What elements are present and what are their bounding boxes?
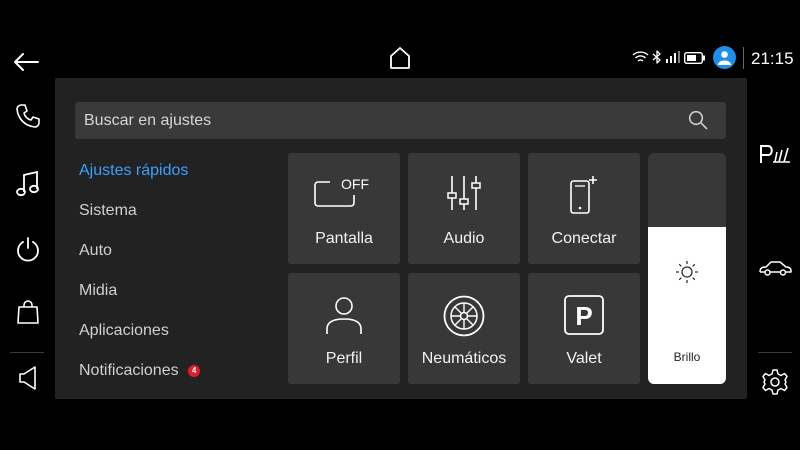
tile-label: Audio [443, 230, 485, 247]
tire-icon [408, 295, 520, 337]
menu-item-sistema[interactable]: Sistema [79, 202, 137, 220]
display-off-label: OFF [341, 176, 369, 192]
equalizer-icon [408, 175, 520, 211]
menu-item-label: Sistema [79, 202, 137, 219]
clock: 21:15 [751, 49, 794, 68]
menu-item-notificaciones[interactable]: Notificaciones 4 [79, 362, 201, 380]
menu-item-midia[interactable]: Midia [79, 282, 117, 300]
back-arrow-icon [12, 51, 40, 73]
volume-button[interactable] [8, 358, 48, 398]
tile-neumaticos[interactable]: Neumáticos [408, 273, 520, 384]
menu-item-ajustes-rapidos[interactable]: Ajustes rápidos [79, 162, 188, 180]
left-nav-divider [10, 352, 44, 353]
tile-label: Conectar [551, 230, 617, 247]
tile-conectar[interactable]: Conectar [528, 153, 640, 264]
tile-valet[interactable]: P Valet [528, 273, 640, 384]
phone-connect-icon [528, 175, 640, 215]
park-assist-button[interactable] [755, 134, 795, 174]
tile-label: Neumáticos [421, 350, 507, 367]
search-input-placeholder: Buscar en ajustes [84, 112, 212, 129]
back-button[interactable] [6, 42, 46, 82]
park-assist-icon [758, 143, 792, 165]
display-off-icon: OFF [288, 175, 400, 211]
brightness-icon [674, 259, 700, 285]
bluetooth-icon [652, 50, 662, 65]
wifi-icon [632, 50, 649, 64]
gear-icon [761, 368, 789, 396]
profile-icon [288, 295, 400, 335]
valet-parking-icon: P [528, 295, 640, 335]
tile-label: Valet [566, 350, 602, 367]
search-icon[interactable] [688, 110, 708, 130]
status-divider [743, 47, 744, 69]
settings-button[interactable] [755, 362, 795, 402]
user-avatar-icon [717, 50, 732, 65]
battery-icon [684, 52, 706, 64]
tile-label: Perfil [325, 350, 363, 367]
menu-item-auto[interactable]: Auto [79, 242, 112, 260]
menu-item-aplicaciones[interactable]: Aplicaciones [79, 322, 169, 340]
menu-item-label: Aplicaciones [79, 322, 169, 339]
search-bar[interactable]: Buscar en ajustes [75, 102, 726, 139]
menu-item-label: Ajustes rápidos [79, 162, 189, 179]
music-note-icon [16, 170, 40, 198]
phone-icon [15, 103, 41, 129]
home-icon [388, 46, 412, 70]
brightness-label: Brillo [673, 350, 701, 364]
tile-perfil[interactable]: Perfil [288, 273, 400, 384]
shopping-bag-icon [16, 299, 40, 325]
tile-audio[interactable]: Audio [408, 153, 520, 264]
volume-icon [17, 365, 39, 391]
brightness-slider[interactable]: Brillo [648, 153, 726, 384]
power-button[interactable] [8, 229, 48, 269]
menu-item-label: Notificaciones [79, 362, 179, 379]
right-nav-divider [758, 352, 792, 353]
tile-pantalla[interactable]: OFF Pantalla [288, 153, 400, 264]
car-icon [758, 259, 792, 277]
home-button[interactable] [380, 38, 420, 78]
phone-button[interactable] [8, 96, 48, 136]
power-icon [15, 236, 41, 262]
vehicle-button[interactable] [755, 248, 795, 288]
settings-panel: Buscar en ajustes Ajustes rápidos Sistem… [55, 78, 747, 399]
profile-avatar-button[interactable] [713, 46, 736, 69]
tile-label: Pantalla [315, 230, 373, 247]
media-button[interactable] [8, 164, 48, 204]
notification-count-badge: 4 [188, 365, 201, 377]
valet-p-label: P [575, 301, 592, 331]
menu-item-label: Midia [79, 282, 118, 299]
signal-icon [666, 51, 680, 63]
menu-item-label: Auto [79, 242, 112, 259]
store-button[interactable] [8, 292, 48, 332]
